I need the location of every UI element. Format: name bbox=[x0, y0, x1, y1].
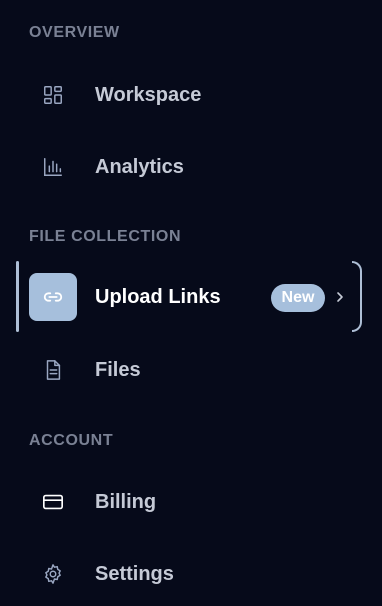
sidebar-item-label: Billing bbox=[95, 490, 157, 513]
file-icon bbox=[29, 346, 77, 394]
new-badge: New bbox=[271, 284, 325, 312]
bar-chart-icon bbox=[29, 143, 77, 191]
sidebar-nav: OVERVIEW Workspace Analytics FILE COLLEC… bbox=[0, 0, 382, 606]
link-icon bbox=[29, 273, 77, 321]
credit-card-icon bbox=[29, 478, 77, 526]
sidebar-item-label: Files bbox=[95, 358, 141, 381]
gear-icon bbox=[29, 550, 77, 598]
sidebar-item-label: Workspace bbox=[95, 83, 202, 106]
sidebar-item-workspace[interactable]: Workspace bbox=[29, 71, 364, 119]
sidebar-item-label: Upload Links bbox=[95, 285, 221, 308]
sidebar-item-analytics[interactable]: Analytics bbox=[29, 143, 364, 191]
sidebar-item-settings[interactable]: Settings bbox=[29, 550, 364, 598]
section-label-account: ACCOUNT bbox=[29, 432, 114, 449]
sidebar-item-billing[interactable]: Billing bbox=[29, 478, 364, 526]
sidebar-item-files[interactable]: Files bbox=[29, 346, 364, 394]
section-label-file-collection: FILE COLLECTION bbox=[29, 228, 182, 245]
section-label-overview: OVERVIEW bbox=[29, 24, 120, 41]
sidebar-item-label: Settings bbox=[95, 562, 174, 585]
grid-icon bbox=[29, 71, 77, 119]
active-indicator-left bbox=[16, 261, 19, 332]
chevron-right-icon bbox=[334, 289, 346, 305]
sidebar-item-label: Analytics bbox=[95, 155, 184, 178]
